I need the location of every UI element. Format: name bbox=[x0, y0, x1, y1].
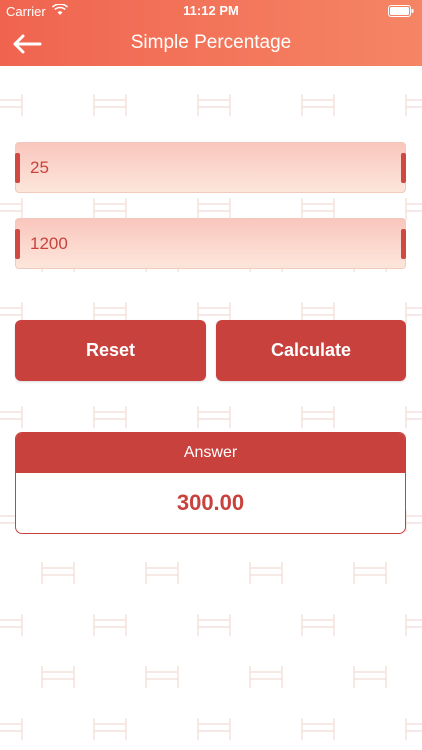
answer-value: 300.00 bbox=[176, 490, 245, 515]
app-screen: Carrier 11:12 PM Simple Percentage 25 12… bbox=[0, 0, 422, 750]
reset-button[interactable]: Reset bbox=[15, 320, 206, 381]
status-bar: Carrier 11:12 PM bbox=[0, 0, 422, 22]
calculate-button[interactable]: Calculate bbox=[216, 320, 406, 381]
percent-input[interactable] bbox=[30, 143, 390, 192]
field-accent-right bbox=[401, 153, 406, 183]
answer-panel: Answer 300.00 bbox=[15, 432, 406, 534]
field-accent-left bbox=[15, 153, 20, 183]
battery-icon bbox=[388, 5, 414, 17]
page-title: Simple Percentage bbox=[130, 32, 292, 53]
answer-label: Answer bbox=[16, 433, 405, 473]
field-accent-right bbox=[401, 229, 406, 259]
nav-bar: Simple Percentage bbox=[0, 22, 422, 66]
field-accent-left bbox=[15, 229, 20, 259]
percent-field bbox=[15, 142, 406, 193]
status-time: 11:12 PM bbox=[183, 3, 239, 18]
amount-input[interactable] bbox=[30, 219, 390, 268]
app-header: Carrier 11:12 PM Simple Percentage bbox=[0, 0, 422, 66]
amount-field bbox=[15, 218, 406, 269]
